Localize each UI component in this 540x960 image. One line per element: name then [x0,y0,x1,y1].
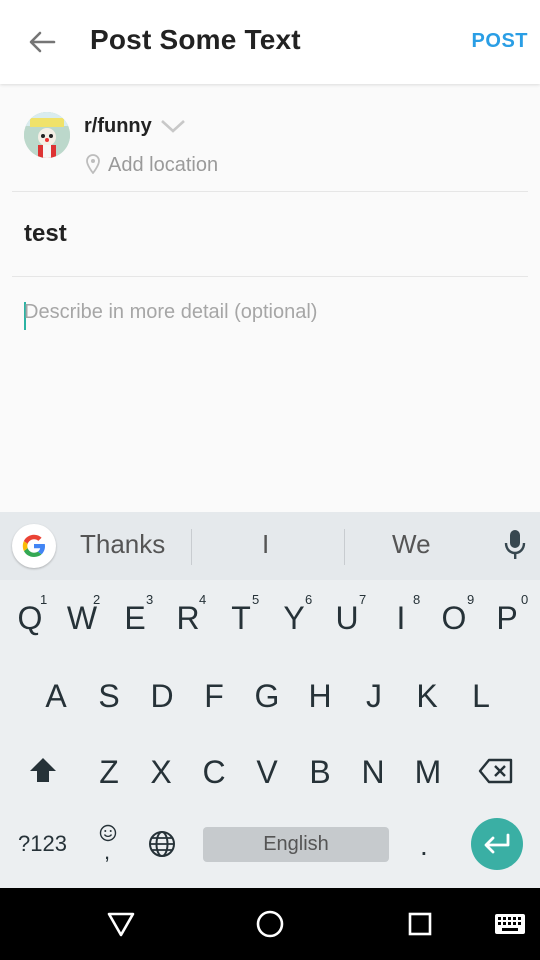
post-title-input[interactable]: test [24,220,67,248]
divider [12,276,528,277]
enter-arrow-icon [484,833,510,854]
key-l[interactable]: L [456,678,506,715]
key-hint: 6 [305,592,313,607]
divider [12,191,528,192]
arrow-left-icon [29,31,56,53]
key-n[interactable]: N [348,754,398,791]
divider [191,529,192,565]
google-button[interactable] [12,524,56,568]
add-location-button[interactable]: Add location [108,154,218,177]
page-title: Post Some Text [90,24,301,55]
chevron-down-icon [161,120,185,133]
community-selector[interactable]: r/funny Add location [0,96,540,192]
suggestion-1[interactable]: Thanks [80,529,165,560]
suggestion-3[interactable]: We [392,529,431,560]
key-hint: 7 [359,592,367,607]
community-name: r/funny [84,115,152,137]
emoji-comma-key[interactable]: , [96,824,120,864]
back-triangle-icon[interactable] [106,910,136,938]
space-bar[interactable]: English [203,827,389,862]
google-g-icon [22,534,45,557]
key-m[interactable]: M [403,754,453,791]
home-circle-icon[interactable] [256,910,284,938]
system-navigation-bar [0,888,540,960]
key-hint: 2 [93,592,101,607]
period-key[interactable]: . [420,830,428,862]
suggestion-2[interactable]: I [262,529,269,560]
backspace-icon[interactable] [478,758,514,784]
divider [344,529,345,565]
location-pin-icon [86,154,100,174]
key-b[interactable]: B [295,754,345,791]
key-hint: 0 [521,592,529,607]
key-k[interactable]: K [402,678,452,715]
key-hint: 4 [199,592,207,607]
key-h[interactable]: H [295,678,345,715]
key-hint: 1 [40,592,48,607]
key-hint: 5 [252,592,260,607]
key-s[interactable]: S [84,678,134,715]
key-hint: 9 [467,592,475,607]
key-v[interactable]: V [242,754,292,791]
key-hint: 3 [146,592,154,607]
key-c[interactable]: C [189,754,239,791]
post-button[interactable]: POST [472,30,528,53]
soft-keyboard: Thanks I We Q 1 W 2 E 3 R 4 T 5 Y 6 U 7 … [0,512,540,888]
community-avatar [24,112,70,158]
suggestion-bar: Thanks I We [0,512,540,580]
enter-key[interactable] [471,818,523,870]
back-button[interactable] [22,24,62,60]
key-x[interactable]: X [136,754,186,791]
microphone-icon[interactable] [504,528,526,562]
key-j[interactable]: J [349,678,399,715]
key-hint: 8 [413,592,421,607]
key-g[interactable]: G [242,678,292,715]
post-body-input[interactable]: Describe in more detail (optional) [24,301,317,324]
key-d[interactable]: D [137,678,187,715]
keyboard-switch-icon[interactable] [495,914,525,934]
key-a[interactable]: A [31,678,81,715]
globe-icon[interactable] [148,830,176,858]
app-header: Post Some Text POST [0,0,540,84]
symbols-key[interactable]: ?123 [18,831,67,857]
key-q[interactable]: Q [5,600,55,637]
key-f[interactable]: F [189,678,239,715]
recents-square-icon[interactable] [408,912,432,936]
key-z[interactable]: Z [84,754,134,791]
comma-glyph: , [104,839,111,864]
shift-icon[interactable] [28,756,58,784]
